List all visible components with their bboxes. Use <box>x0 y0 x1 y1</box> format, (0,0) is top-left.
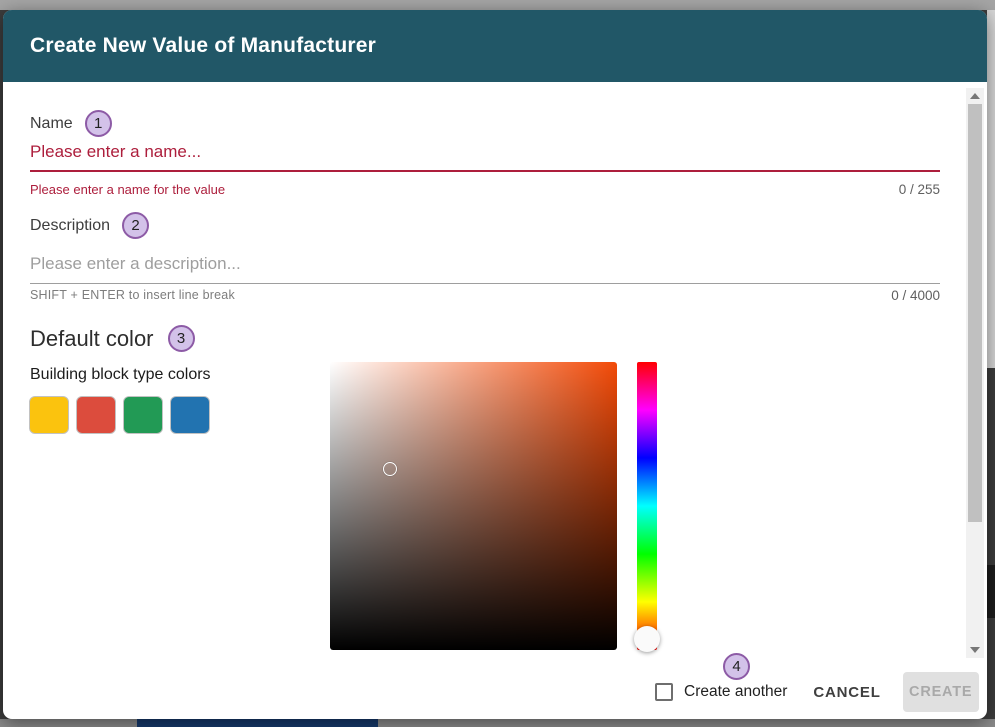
name-sub-row: Please enter a name for the value 0 / 25… <box>30 182 940 197</box>
scroll-down-icon <box>970 647 980 653</box>
background-right-dark-block <box>987 565 995 618</box>
scroll-up-icon <box>970 93 980 99</box>
create-another-checkbox[interactable] <box>655 683 673 701</box>
dialog-scrollbar[interactable] <box>966 88 984 658</box>
background-top-strip <box>0 0 995 10</box>
scrollbar-thumb[interactable] <box>968 104 982 522</box>
saturation-value-picker[interactable] <box>330 362 617 650</box>
create-button[interactable]: CREATE <box>903 672 979 712</box>
annotation-badge-2: 2 <box>122 212 149 239</box>
scrollbar-down-button[interactable] <box>966 642 984 658</box>
name-char-counter: 0 / 255 <box>899 182 940 197</box>
create-another-label[interactable]: Create another <box>684 683 787 701</box>
description-input[interactable] <box>30 251 940 284</box>
preset-swatch-row <box>29 396 210 434</box>
description-label-row: Description 2 <box>30 212 149 239</box>
color-swatch-green[interactable] <box>123 396 163 434</box>
cancel-button[interactable]: CANCEL <box>813 684 880 701</box>
annotation-badge-3: 3 <box>168 325 195 352</box>
name-error-text: Please enter a name for the value <box>30 182 225 197</box>
scrollbar-up-button[interactable] <box>966 88 984 104</box>
dialog-footer-actions: Create another CANCEL CREATE <box>655 672 979 712</box>
default-color-heading-row: Default color 3 <box>30 325 195 352</box>
default-color-heading: Default color <box>30 326 154 352</box>
create-value-dialog: Create New Value of Manufacturer Name 1 … <box>3 10 987 719</box>
background-bottom-navy-segment <box>137 719 378 727</box>
hue-slider-handle[interactable] <box>634 626 660 652</box>
color-swatch-red[interactable] <box>76 396 116 434</box>
color-swatch-blue[interactable] <box>170 396 210 434</box>
background-right-margin <box>987 10 995 368</box>
description-sub-row: SHIFT + ENTER to insert line break 0 / 4… <box>30 288 940 303</box>
building-block-colors-label: Building block type colors <box>30 366 211 384</box>
saturation-picker-handle[interactable] <box>383 462 397 476</box>
dialog-title: Create New Value of Manufacturer <box>30 34 376 58</box>
dialog-header: Create New Value of Manufacturer <box>3 10 987 82</box>
color-swatch-yellow[interactable] <box>29 396 69 434</box>
description-label: Description <box>30 217 110 235</box>
description-hint: SHIFT + ENTER to insert line break <box>30 288 235 302</box>
hue-slider[interactable] <box>637 362 657 650</box>
annotation-badge-1: 1 <box>85 110 112 137</box>
name-input[interactable] <box>30 139 940 172</box>
name-label: Name <box>30 115 73 133</box>
description-char-counter: 0 / 4000 <box>891 288 940 303</box>
name-label-row: Name 1 <box>30 110 112 137</box>
